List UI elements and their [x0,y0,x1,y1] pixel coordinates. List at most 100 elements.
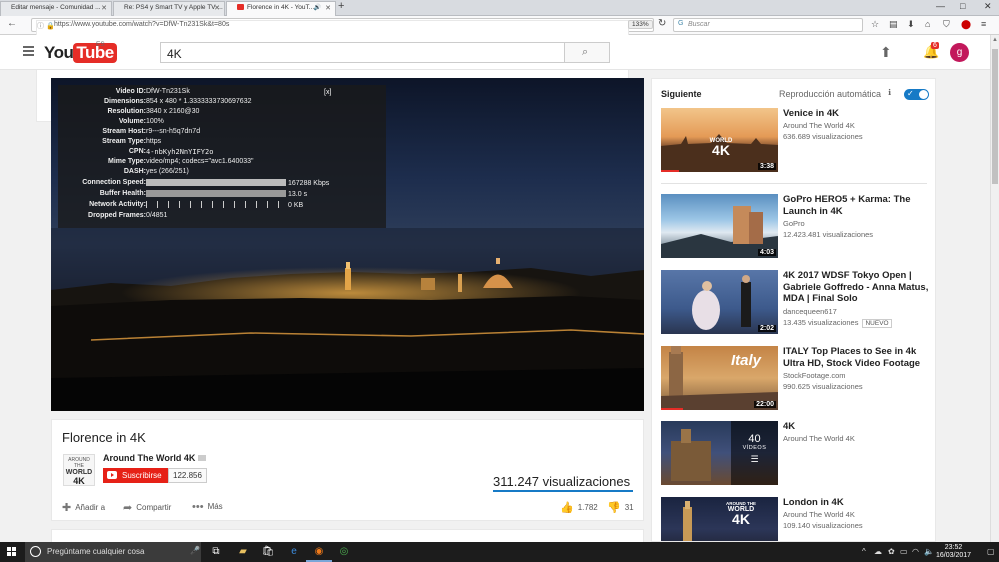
playlist-thumbnail[interactable]: 40 VÍDEOS ☰ [661,421,778,485]
browser-tab[interactable]: Re: PS4 y Smart TV y Apple TV ... ✕ [113,1,225,16]
tray-app-icon[interactable]: ✿ [888,547,895,556]
close-window-button[interactable]: ✕ [984,1,992,12]
like-button[interactable]: 👍 1.782 [560,501,598,514]
onedrive-icon[interactable]: ☁ [874,547,882,556]
microphone-icon[interactable]: 🎤 [190,546,200,555]
scroll-up-arrow-icon[interactable]: ▲ [992,37,998,43]
autoplay-toggle[interactable]: ✓ [904,89,929,100]
related-video-title[interactable]: London in 4K [783,497,931,509]
related-playlist[interactable]: 40 VÍDEOS ☰ 4K Around The World 4K [661,421,931,487]
windows-start-icon[interactable] [7,547,17,557]
download-icon[interactable]: ⬇ [907,19,915,30]
close-tab-icon[interactable]: ✕ [101,4,107,12]
hamburger-menu-icon[interactable] [23,46,34,58]
like-ratio-bar [493,490,633,492]
channel-thumbnail[interactable]: AROUND THE WORLD 4K [63,454,95,486]
bookmark-star-icon[interactable]: ☆ [871,19,879,30]
video-title: Florence in 4K [62,430,146,445]
close-tab-icon[interactable]: ✕ [214,4,220,12]
related-video-channel: Around The World 4K [783,434,855,443]
battery-icon[interactable]: ▭ [900,547,908,556]
home-icon[interactable]: ⌂ [925,19,930,29]
zoom-level[interactable]: 133% [628,20,653,29]
scrollbar-thumb[interactable] [992,49,998,184]
address-bar[interactable]: ⓘ 🔒 https://www.youtube.com/watch?v=DfW-… [31,18,654,122]
plus-icon: ✚ [62,502,72,514]
stats-row: Resolution: 3840 x 2160@30 [58,108,386,118]
related-video[interactable]: 4:03 GoPro HERO5 + Karma: The Launch in … [661,194,931,260]
browser-search-placeholder: Buscar [688,21,710,28]
clock-date: 16/03/2017 [936,552,972,559]
upload-icon[interactable]: ⬆ [880,44,892,61]
minimize-button[interactable]: — [936,1,945,11]
firefox-icon[interactable]: ◉ [312,545,326,559]
related-video-title[interactable]: 4K 2017 WDSF Tokyo Open | Gabriele Goffr… [783,270,931,305]
menu-icon[interactable]: ≡ [981,19,986,29]
info-icon[interactable]: ℹ [888,88,891,97]
subscribe-button[interactable]: Suscribirse [103,468,168,483]
related-video[interactable]: Italy 22:00 ITALY Top Places to See in 4… [661,346,931,412]
video-thumbnail[interactable]: 4:03 [661,194,778,258]
video-player[interactable]: [x] Video ID: DfW-Tn231Sk Dimensions: 854 … [51,78,644,411]
task-view-icon[interactable]: ⧉ [209,545,223,559]
playlist-icon: ☰ [750,454,759,464]
tab-label: Editar mensaje - Comunidad ... [11,4,101,11]
italy-overlay-text: Italy [731,352,762,369]
cortana-search-box[interactable]: Pregúntame cualquier cosa 🎤 [25,542,201,562]
maximize-button[interactable]: □ [960,1,965,11]
edge-icon[interactable]: e [287,545,301,559]
notification-center-icon[interactable]: ▢ [987,547,995,556]
system-clock[interactable]: 23:52 16/03/2017 [936,544,971,560]
avatar[interactable]: g [950,43,969,62]
pocket-icon[interactable]: ⛉ [943,19,950,30]
related-video-title[interactable]: Venice in 4K [783,108,931,120]
stats-value: https [146,138,162,145]
chrome-icon[interactable]: ◎ [337,545,351,559]
channel-name[interactable]: Around The World 4K [103,453,207,463]
wifi-icon[interactable]: ◠ [912,547,919,556]
stats-row: CPN: 4-nbKyh2NnYIFY2o [58,148,386,158]
related-video-title[interactable]: 4K [783,421,931,433]
stats-key: Resolution: [107,108,147,115]
store-icon[interactable]: 🛍 [261,545,275,559]
new-badge: NUEVO [862,319,892,328]
stats-row: DASH: yes (266/251) [58,168,386,178]
browser-search-box[interactable]: G Buscar [673,18,863,32]
more-dots-icon: ••• [192,501,204,513]
extension-icon[interactable]: ⬤ [961,19,971,30]
related-video[interactable]: WORLD 4K 3:38 Venice in 4K Around The Wor… [661,108,931,174]
new-tab-button[interactable]: + [338,0,344,12]
browser-tab-bar: Editar mensaje - Comunidad ... ✕ Re: PS4… [0,0,999,16]
file-explorer-icon[interactable]: ▰ [236,545,250,559]
tray-overflow-icon[interactable]: ^ [862,547,866,556]
video-thumbnail[interactable]: AROUND THE WORLD 4K [661,497,778,541]
stats-key: Stream Type: [102,138,146,145]
video-thumbnail[interactable]: 2:02 [661,270,778,334]
related-video-title[interactable]: ITALY Top Places to See in 4k Ultra HD, … [783,346,931,369]
related-video[interactable]: 2:02 4K 2017 WDSF Tokyo Open | Gabriele … [661,270,931,336]
reading-list-icon[interactable]: ▤ [889,19,898,30]
stats-value: yes (266/251) [146,168,189,175]
reload-icon[interactable]: ↻ [658,18,666,29]
youtube-search-button[interactable]: ⌕ [565,42,610,63]
youtube-logo[interactable]: You Tube ES [44,41,117,63]
close-tab-icon[interactable]: ✕ [325,4,331,12]
video-thumbnail[interactable]: Italy 22:00 [661,346,778,410]
add-to-button[interactable]: ✚ Añadir a [62,501,105,514]
related-video[interactable]: AROUND THE WORLD 4K London in 4K Around Th… [661,497,931,541]
back-icon[interactable]: ← [7,18,17,29]
speaker-icon[interactable]: 🔊 [314,4,321,11]
dislike-button[interactable]: 👎 31 [607,501,634,514]
stats-value: 0/4851 [146,212,168,219]
youtube-search-input[interactable]: 4K [160,42,565,63]
share-button[interactable]: ➦ Compartir [123,501,171,514]
page-scrollbar[interactable]: ▲ [990,35,999,542]
browser-tab[interactable]: Editar mensaje - Comunidad ... ✕ [0,1,112,16]
video-thumbnail[interactable]: WORLD 4K 3:38 [661,108,778,172]
related-video-title[interactable]: GoPro HERO5 + Karma: The Launch in 4K [783,194,931,217]
stats-key: CPN: [128,148,146,155]
volume-icon[interactable]: 🔈 [924,547,934,556]
more-button[interactable]: ••• Más [192,501,223,513]
related-video-channel: Around The World 4K [783,510,855,519]
browser-tab-active[interactable]: Florence in 4K - YouT... 🔊 ✕ [226,1,336,16]
